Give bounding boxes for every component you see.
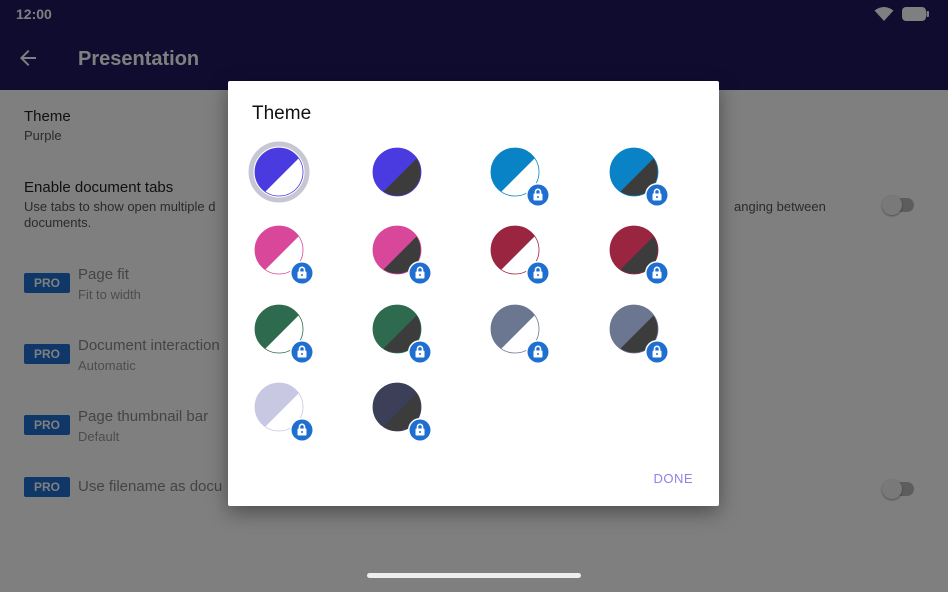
dialog-title: Theme <box>252 103 312 124</box>
theme-swatch-pink-dark[interactable] <box>366 219 432 285</box>
lock-icon <box>408 261 432 285</box>
theme-swatch-navy-dark[interactable] <box>366 376 432 442</box>
lock-icon <box>645 261 669 285</box>
theme-dialog: Theme DONE <box>228 81 719 506</box>
lock-icon <box>290 261 314 285</box>
done-button[interactable]: DONE <box>653 471 693 486</box>
theme-swatch-blue-light[interactable] <box>484 141 550 207</box>
theme-swatch-pink-light[interactable] <box>248 219 314 285</box>
theme-swatch-purple-light[interactable] <box>248 141 310 203</box>
gesture-nav-bar[interactable] <box>367 573 581 578</box>
theme-swatch-slate-dark[interactable] <box>603 298 669 364</box>
theme-swatch-blue-dark[interactable] <box>603 141 669 207</box>
lock-icon <box>290 340 314 364</box>
lock-icon <box>408 340 432 364</box>
lock-icon <box>526 340 550 364</box>
theme-swatch-purple-dark[interactable] <box>366 141 428 203</box>
theme-swatch-lavender-light[interactable] <box>248 376 314 442</box>
theme-swatch-slate-light[interactable] <box>484 298 550 364</box>
lock-icon <box>408 418 432 442</box>
lock-icon <box>526 261 550 285</box>
theme-swatch-crimson-light[interactable] <box>484 219 550 285</box>
theme-swatch-green-light[interactable] <box>248 298 314 364</box>
lock-icon <box>290 418 314 442</box>
theme-swatch-crimson-dark[interactable] <box>603 219 669 285</box>
lock-icon <box>526 183 550 207</box>
lock-icon <box>645 340 669 364</box>
theme-swatch-green-dark[interactable] <box>366 298 432 364</box>
lock-icon <box>645 183 669 207</box>
